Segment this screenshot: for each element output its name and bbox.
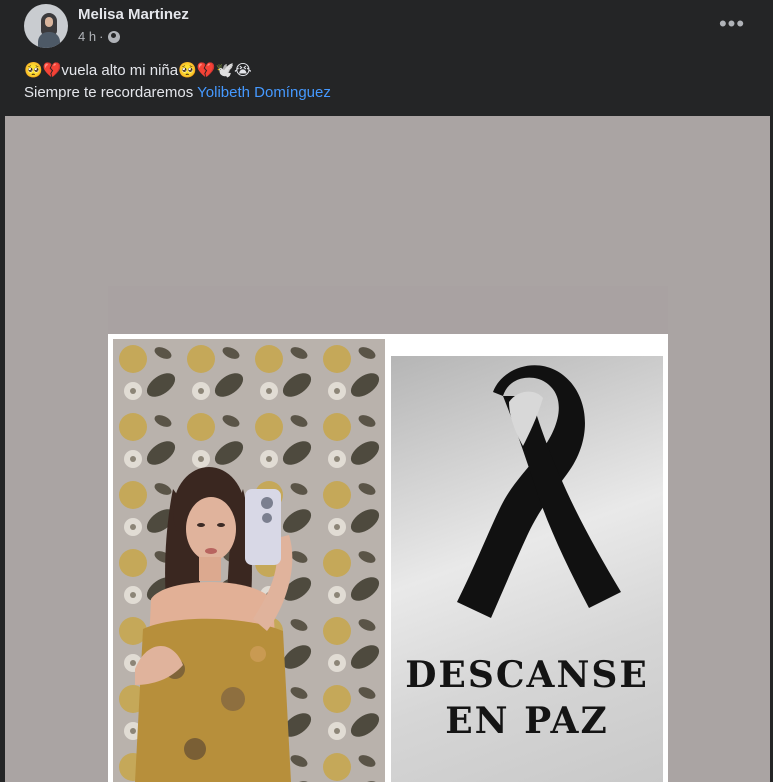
globe-icon[interactable] [108, 30, 121, 43]
more-options-label: ••• [718, 11, 746, 36]
avatar-body-shape [38, 32, 60, 48]
author-avatar[interactable] [24, 4, 68, 48]
memorial-card: DESCANSE EN PAZ [108, 334, 668, 782]
caption-line-1: 🥺💔vuela alto mi niña🥺💔🕊️😭 [24, 60, 744, 82]
caption-line-2: Siempre te recordaremos Yolibeth Domíngu… [24, 82, 744, 104]
rip-line-1: DESCANSE [405, 654, 649, 696]
post-caption: 🥺💔vuela alto mi niña🥺💔🕊️😭 Siempre te rec… [24, 60, 744, 104]
mention-link[interactable]: Yolibeth Domínguez [197, 84, 331, 101]
mourning-ribbon-icon [457, 365, 621, 618]
caption-emoji-start: 🥺💔 [24, 62, 62, 79]
rest-in-peace-text: DESCANSE EN PAZ [391, 652, 663, 744]
avatar-face-shape [45, 17, 53, 27]
more-options-icon[interactable]: ••• [716, 8, 748, 40]
post-header: Melisa Martinez 4 h · ••• [0, 0, 773, 56]
portrait-photo [113, 339, 385, 782]
post-meta: 4 h · [78, 29, 121, 44]
caption-text-2: Siempre te recordaremos [24, 84, 198, 101]
caption-text-1: vuela alto mi niña [61, 62, 179, 79]
caption-emoji-end: 🥺💔🕊️😭 [178, 62, 252, 79]
memorial-panel: DESCANSE EN PAZ [391, 356, 663, 782]
image-band [108, 286, 668, 334]
post-image[interactable]: DESCANSE EN PAZ [5, 116, 770, 782]
facebook-post: Melisa Martinez 4 h · ••• 🥺💔vuela alto m… [0, 0, 773, 782]
author-name[interactable]: Melisa Martinez [78, 6, 189, 23]
meta-separator: · [99, 29, 104, 44]
portrait-illustration [113, 339, 385, 782]
post-time[interactable]: 4 h [78, 29, 96, 44]
rip-line-2: EN PAZ [445, 700, 609, 742]
